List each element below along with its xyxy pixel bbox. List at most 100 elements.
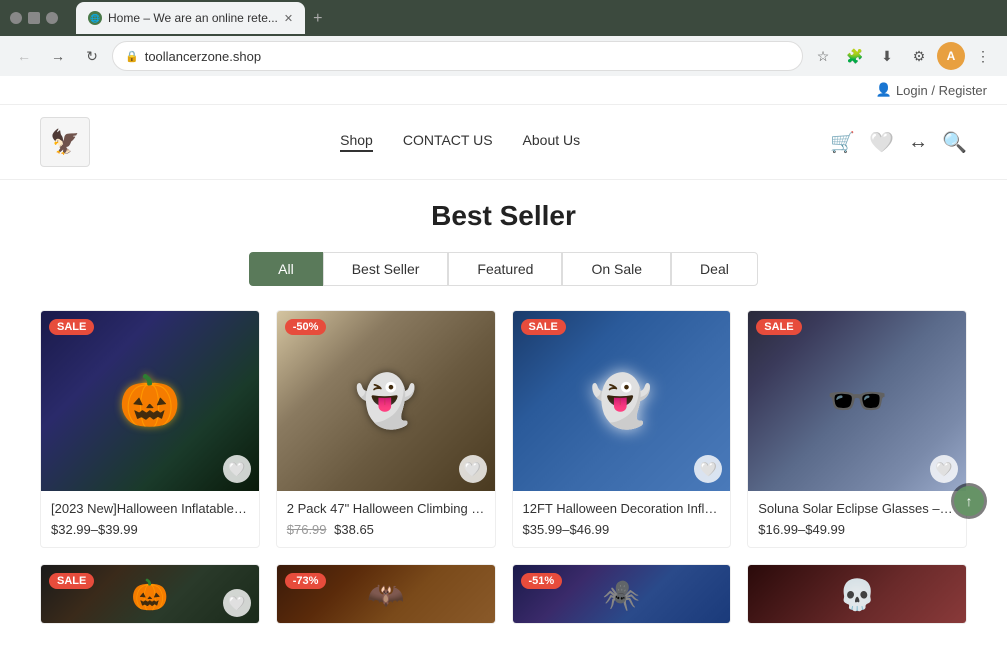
close-button[interactable] xyxy=(46,12,58,24)
product-name: [2023 New]Halloween Inflatables ... xyxy=(51,501,249,516)
top-bar: 👤 Login / Register xyxy=(0,76,1007,105)
browser-titlebar: 🌐 Home – We are an online rete... ✕ + xyxy=(0,0,1007,36)
sale-badge: SALE xyxy=(521,319,566,335)
product-image-wrap: 🎃 SALE 🤍 xyxy=(41,565,259,624)
product-image-wrap: 👻 SALE 🤍 xyxy=(513,311,731,491)
browser-toolbar: ← → ↻ 🔒 toollancerzone.shop ☆ 🧩 ⬇ ⚙ A ⋮ xyxy=(0,36,1007,76)
forward-button[interactable]: → xyxy=(44,42,72,70)
cart-icon[interactable]: 🛒 xyxy=(830,130,855,155)
wishlist-button[interactable]: 🤍 xyxy=(223,589,251,617)
product-image: 💀 xyxy=(748,565,966,624)
site-nav: Shop CONTACT US About Us xyxy=(90,132,830,152)
tab-title: Home – We are an online rete... xyxy=(108,11,278,25)
restore-button[interactable] xyxy=(28,12,40,24)
back-button[interactable]: ← xyxy=(10,42,38,70)
address-text: toollancerzone.shop xyxy=(145,49,261,64)
product-image-wrap: 🕶️ SALE 🤍 xyxy=(748,311,966,491)
scroll-top-icon: ↑ xyxy=(966,493,973,509)
sale-badge: SALE xyxy=(49,573,94,589)
product-name: Soluna Solar Eclipse Glasses – CE a... xyxy=(758,501,956,516)
header-icons: 🛒 🤍 ↔ 🔍 xyxy=(830,130,967,155)
section-title: Best Seller xyxy=(40,200,967,232)
nav-about[interactable]: About Us xyxy=(523,132,581,152)
product-price: $16.99–$49.99 xyxy=(758,522,956,537)
price-range: $32.99–$39.99 xyxy=(51,522,138,537)
user-icon: 👤 xyxy=(876,82,892,98)
site-header: 🦅 Shop CONTACT US About Us 🛒 🤍 ↔ 🔍 xyxy=(0,105,1007,180)
product-card[interactable]: 🕶️ SALE 🤍 Soluna Solar Eclipse Glasses –… xyxy=(747,310,967,548)
sale-badge: SALE xyxy=(49,319,94,335)
wishlist-icon[interactable]: 🤍 xyxy=(869,130,894,155)
scroll-top-inner: ↑ xyxy=(954,486,984,516)
original-price: $76.99 xyxy=(287,522,327,537)
product-price: $76.99 $38.65 xyxy=(287,522,485,537)
sale-price: $38.65 xyxy=(334,522,374,537)
menu-button[interactable]: ⋮ xyxy=(969,42,997,70)
discount-badge: -51% xyxy=(521,573,563,589)
product-card[interactable]: 💀 xyxy=(747,564,967,624)
window-controls xyxy=(10,12,58,24)
filter-best-seller[interactable]: Best Seller xyxy=(323,252,449,286)
main-content: Best Seller All Best Seller Featured On … xyxy=(0,180,1007,660)
product-info: 2 Pack 47" Halloween Climbing Zo... $76.… xyxy=(277,491,495,547)
product-card[interactable]: 👻 -50% 🤍 2 Pack 47" Halloween Climbing Z… xyxy=(276,310,496,548)
filter-on-sale[interactable]: On Sale xyxy=(562,252,671,286)
wishlist-button[interactable]: 🤍 xyxy=(223,455,251,483)
product-image-wrap: 👻 -50% 🤍 xyxy=(277,311,495,491)
extensions-button[interactable]: 🧩 xyxy=(841,42,869,70)
search-icon[interactable]: 🔍 xyxy=(942,130,967,155)
product-name: 2 Pack 47" Halloween Climbing Zo... xyxy=(287,501,485,516)
price-range: $35.99–$46.99 xyxy=(523,522,610,537)
tab-bar: 🌐 Home – We are an online rete... ✕ + xyxy=(66,2,340,34)
product-price: $32.99–$39.99 xyxy=(51,522,249,537)
products-grid-row2: 🎃 SALE 🤍 🦇 -73% 🕷️ xyxy=(40,564,967,624)
login-register-link[interactable]: 👤 Login / Register xyxy=(876,82,987,98)
filter-featured[interactable]: Featured xyxy=(448,252,562,286)
scroll-to-top[interactable]: ↑ xyxy=(951,483,987,519)
address-bar[interactable]: 🔒 toollancerzone.shop xyxy=(112,41,803,71)
tab-favicon: 🌐 xyxy=(88,11,102,25)
sale-badge: SALE xyxy=(756,319,801,335)
price-range: $16.99–$49.99 xyxy=(758,522,845,537)
product-info: [2023 New]Halloween Inflatables ... $32.… xyxy=(41,491,259,547)
nav-shop[interactable]: Shop xyxy=(340,132,373,152)
bookmark-button[interactable]: ☆ xyxy=(809,42,837,70)
browser-tab[interactable]: 🌐 Home – We are an online rete... ✕ xyxy=(76,2,305,34)
minimize-button[interactable] xyxy=(10,12,22,24)
wishlist-button[interactable]: 🤍 xyxy=(930,455,958,483)
wishlist-button[interactable]: 🤍 xyxy=(459,455,487,483)
downloads-button[interactable]: ⬇ xyxy=(873,42,901,70)
filter-deal[interactable]: Deal xyxy=(671,252,758,286)
tab-close-button[interactable]: ✕ xyxy=(284,12,293,25)
product-image-wrap: 🕷️ -51% xyxy=(513,565,731,624)
product-image-wrap: 🎃 SALE 🤍 xyxy=(41,311,259,491)
ssl-lock-icon: 🔒 xyxy=(125,50,139,63)
site-logo[interactable]: 🦅 xyxy=(40,117,90,167)
product-image-wrap: 🦇 -73% xyxy=(277,565,495,624)
new-tab-button[interactable]: + xyxy=(305,4,330,34)
discount-badge: -50% xyxy=(285,319,327,335)
reload-button[interactable]: ↻ xyxy=(78,42,106,70)
nav-contact[interactable]: CONTACT US xyxy=(403,132,493,152)
logo-image: 🦅 xyxy=(50,128,80,157)
product-card[interactable]: 🎃 SALE 🤍 [2023 New]Halloween Inflatables… xyxy=(40,310,260,548)
browser-chrome: 🌐 Home – We are an online rete... ✕ + ← … xyxy=(0,0,1007,76)
toolbar-actions: ☆ 🧩 ⬇ ⚙ A ⋮ xyxy=(809,42,997,70)
sync-button[interactable]: ⚙ xyxy=(905,42,933,70)
profile-button[interactable]: A xyxy=(937,42,965,70)
products-grid: 🎃 SALE 🤍 [2023 New]Halloween Inflatables… xyxy=(40,310,967,548)
discount-badge: -73% xyxy=(285,573,327,589)
website-content: 👤 Login / Register 🦅 Shop CONTACT US Abo… xyxy=(0,76,1007,660)
filter-all[interactable]: All xyxy=(249,252,323,286)
product-info: Soluna Solar Eclipse Glasses – CE a... $… xyxy=(748,491,966,547)
compare-icon[interactable]: ↔ xyxy=(908,131,928,154)
product-card[interactable]: 🕷️ -51% xyxy=(512,564,732,624)
product-image-wrap: 💀 xyxy=(748,565,966,624)
product-info: 12FT Halloween Decoration Inflata... $35… xyxy=(513,491,731,547)
product-card[interactable]: 👻 SALE 🤍 12FT Halloween Decoration Infla… xyxy=(512,310,732,548)
product-price: $35.99–$46.99 xyxy=(523,522,721,537)
product-card[interactable]: 🦇 -73% xyxy=(276,564,496,624)
product-name: 12FT Halloween Decoration Inflata... xyxy=(523,501,721,516)
product-card[interactable]: 🎃 SALE 🤍 xyxy=(40,564,260,624)
filter-tabs: All Best Seller Featured On Sale Deal xyxy=(40,252,967,286)
